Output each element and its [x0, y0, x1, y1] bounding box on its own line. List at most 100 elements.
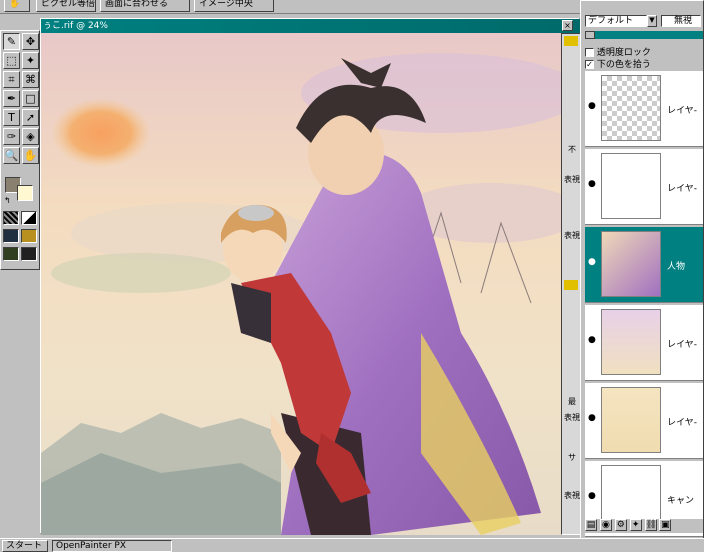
pattern-swatch-4[interactable] — [21, 229, 37, 243]
side-label-2: 表視 — [564, 175, 580, 184]
pen-icon: ✎ — [6, 35, 17, 48]
eyedropper-tool-button[interactable]: ✑ — [3, 128, 20, 145]
artwork-illustration — [41, 33, 561, 535]
layer-name: レイヤ- — [667, 106, 697, 116]
new-layer-icon[interactable]: ▤ — [585, 519, 597, 531]
layer-row[interactable]: ● レイヤ- — [585, 149, 703, 225]
rectangle-icon: □ — [25, 92, 36, 105]
mode-right-value: 無視 — [674, 16, 693, 26]
layer-row[interactable]: ● 人物 — [585, 227, 703, 303]
fill-icon: ◈ — [26, 130, 35, 143]
pattern-swatch-2[interactable] — [21, 211, 37, 225]
crop-icon: ⌗ — [8, 72, 15, 86]
move-icon: ✥ — [25, 35, 36, 48]
side-label-7: 表視 — [564, 491, 580, 500]
select-arrow-tool-button[interactable]: ➚ — [22, 109, 39, 126]
opacity-slider-handle[interactable] — [585, 31, 595, 39]
opacity-slider[interactable] — [585, 31, 703, 39]
canvas-window: ぅこ.rif @ 24% × 不 表視 表視 最 表視 サ 表視 — [40, 18, 581, 535]
canvas-side-panel[interactable]: 不 表視 表視 最 表視 サ 表視 — [561, 33, 581, 535]
fill-tool-button[interactable]: ◈ — [22, 128, 39, 145]
move-tool-button[interactable]: ✥ — [22, 33, 39, 50]
layer-name: レイヤ- — [667, 418, 697, 428]
layer-name: レイヤ- — [667, 340, 697, 350]
layer-thumbnail — [601, 231, 661, 297]
background-color-swatch[interactable] — [17, 185, 33, 201]
side-label-6: サ — [568, 453, 576, 462]
layer-mask-icon[interactable]: ◉ — [599, 519, 612, 531]
pick-lower-checkbox[interactable]: ✓ — [585, 60, 594, 69]
eye-visibility-icon[interactable]: ● — [588, 491, 596, 501]
layer-thumbnail — [601, 75, 661, 141]
pattern-swatch-1[interactable] — [3, 211, 19, 225]
layers-panel: デフォルト ▼ 無視 透明度ロック ✓ 下の色を拾う ● レイヤ- ● レイヤ- ● 人物… — [580, 0, 704, 552]
layer-thumbnail — [601, 387, 661, 453]
side-label-3: 表視 — [564, 231, 580, 240]
marquee-tool-button[interactable]: ⬚ — [3, 52, 20, 69]
layer-actions-bar: ▤ ◉ ⚙ ✦ ⛓ ▣ — [585, 519, 703, 533]
eye-visibility-icon[interactable]: ● — [588, 257, 596, 267]
pattern-swatch-3[interactable] — [3, 229, 19, 243]
pick-lower-row[interactable]: ✓ 下の色を拾う — [585, 57, 651, 70]
eye-visibility-icon[interactable]: ● — [588, 413, 596, 423]
hand-icon[interactable]: ✋ — [4, 0, 30, 12]
swap-colors-icon[interactable]: ↰ — [4, 196, 11, 205]
lasso-tool-button[interactable]: ⌘ — [22, 71, 39, 88]
select-arrow-icon: ➚ — [25, 111, 36, 124]
pixel-actual-button[interactable]: ピクセル等倍 — [36, 0, 96, 12]
layer-name: レイヤ- — [667, 184, 697, 194]
zoom-icon: 🔍 — [4, 149, 19, 162]
blend-mode-value: デフォルト — [588, 16, 634, 26]
taskbar-app-label: OpenPainter PX — [56, 541, 127, 551]
blend-mode-select[interactable]: デフォルト — [585, 15, 647, 27]
eye-visibility-icon[interactable]: ● — [588, 179, 596, 189]
pattern-swatch-5[interactable] — [3, 247, 19, 261]
lock-transparency-checkbox[interactable] — [585, 48, 594, 57]
fit-screen-button[interactable]: 画面に合わせる — [100, 0, 190, 12]
canvas-title: ぅこ.rif @ 24% — [43, 21, 108, 31]
layer-row[interactable]: ● レイヤ- — [585, 71, 703, 147]
canvas-title-bar[interactable]: ぅこ.rif @ 24% × — [41, 19, 581, 33]
delete-layer-icon[interactable]: ▣ — [659, 519, 672, 531]
pen-tool-button[interactable]: ✎ — [3, 33, 20, 50]
arrow-down-icon[interactable] — [564, 36, 578, 46]
layer-link-icon[interactable]: ⛓ — [644, 519, 657, 531]
artwork-canvas[interactable] — [41, 33, 561, 535]
magic-wand-icon: ✦ — [25, 54, 36, 67]
layer-row[interactable]: ● レイヤ- — [585, 305, 703, 381]
magic-wand-tool-button[interactable]: ✦ — [22, 52, 39, 69]
side-label-4: 最 — [568, 397, 576, 406]
pen-path-tool-button[interactable]: ✒ — [3, 90, 20, 107]
center-image-button[interactable]: イメージ中央 — [194, 0, 274, 12]
side-label-5: 表視 — [564, 413, 580, 422]
pick-lower-label: 下の色を拾う — [596, 60, 651, 70]
taskbar-app-button[interactable]: OpenPainter PX — [52, 540, 172, 552]
eye-visibility-icon[interactable]: ● — [588, 101, 596, 111]
crop-tool-button[interactable]: ⌗ — [3, 71, 20, 88]
text-tool-button[interactable]: T — [3, 109, 20, 126]
mode-right-select[interactable]: 無視 — [661, 15, 701, 27]
side-label-1: 不 — [568, 145, 576, 154]
pattern-swatch-6[interactable] — [21, 247, 37, 261]
toolbox: ✎ ✥ ⬚ ✦ ⌗ ⌘ ✒ □ T ➚ ✑ ◈ 🔍 ✋ ↰ — [0, 30, 40, 270]
chevron-down-icon[interactable]: ▼ — [647, 15, 657, 27]
layer-name: キャン — [667, 496, 695, 506]
layer-name: 人物 — [667, 262, 686, 272]
zoom-tool-button[interactable]: 🔍 — [3, 147, 20, 164]
arrow-down-icon-2[interactable] — [564, 280, 578, 290]
close-icon[interactable]: × — [562, 20, 573, 31]
rectangle-tool-button[interactable]: □ — [22, 90, 39, 107]
eye-visibility-icon[interactable]: ● — [588, 335, 596, 345]
layer-row[interactable]: ● レイヤ- — [585, 383, 703, 459]
pen-path-icon: ✒ — [6, 92, 17, 105]
layer-fx-icon[interactable]: ✦ — [629, 519, 642, 531]
hand-tool-button[interactable]: ✋ — [22, 147, 39, 164]
layer-thumbnail — [601, 153, 661, 219]
eyedropper-icon: ✑ — [6, 130, 17, 143]
marquee-icon: ⬚ — [6, 54, 17, 67]
start-label: スタート — [6, 541, 43, 551]
layer-settings-icon[interactable]: ⚙ — [614, 519, 627, 531]
layer-thumbnail — [601, 309, 661, 375]
start-button[interactable]: スタート — [2, 540, 48, 552]
hand-icon: ✋ — [23, 149, 38, 162]
